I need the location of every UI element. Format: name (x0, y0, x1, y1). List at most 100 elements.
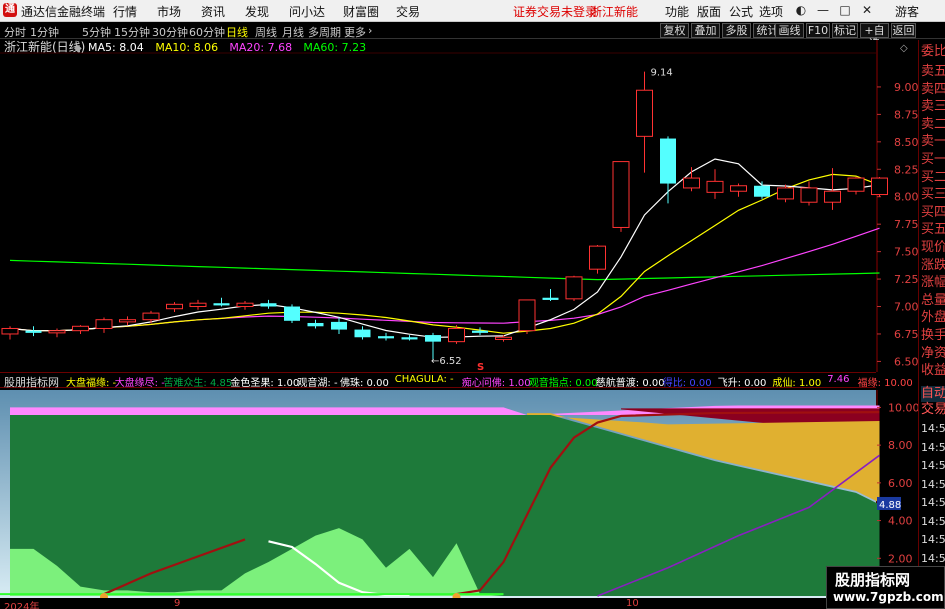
close-icon[interactable]: ✕ (859, 2, 875, 19)
period-15min[interactable]: 15分钟 (114, 24, 150, 40)
menu-news[interactable]: 资讯 (201, 3, 225, 20)
candle[interactable] (448, 325, 465, 344)
period-monthly[interactable]: 月线 (282, 24, 304, 40)
indicator-value-label: 观音湖: - (297, 378, 338, 389)
indicator-value-label: 成仙: 1.00 (772, 378, 822, 389)
indicator-value-label: 得比: 0.00 (662, 378, 712, 389)
quote-label-item: 卖四 (921, 81, 945, 97)
indicator-value-label: CHAGULA: - (394, 374, 454, 385)
y-axis-tick: 7.75 (894, 218, 918, 231)
quote-label-item: 净资 (921, 345, 945, 361)
date-axis-month-10: 10 (626, 598, 639, 609)
indicator-value-label: 观音指点: 0.00 (528, 378, 598, 389)
quote-label-entrust-ratio: 委比 (921, 44, 945, 59)
ma-label: MA20: 7.68 (229, 41, 292, 54)
trade-time: 14:56 (921, 533, 945, 546)
multi-stock-button[interactable]: 多股 (722, 23, 751, 38)
skin-icon[interactable]: ◐ (793, 2, 809, 19)
candle[interactable] (612, 161, 630, 232)
ma-label: MA10: 8.06 (155, 41, 218, 54)
indicator-value-label: 佛珠: 0.00 (340, 378, 389, 389)
y-axis-tick: 6.75 (894, 328, 918, 341)
quote-label-item: 收益 (921, 363, 945, 379)
add-watchlist-button[interactable]: +自选 (860, 23, 889, 50)
period-60min[interactable]: 60分钟 (189, 24, 225, 40)
period-more[interactable]: 更多 (344, 24, 366, 40)
maximize-icon[interactable]: □ (837, 2, 853, 19)
guest-label[interactable]: 游客 (895, 3, 919, 20)
menu-ask-xiaoda[interactable]: 问小达 (289, 3, 325, 20)
candle[interactable] (284, 304, 300, 323)
kline-chart[interactable]: 浙江新能(日线)◆ MA5: 8.04 MA10: 8.06 MA20: 7.68 MA… (0, 40, 918, 372)
restore-rights-button[interactable]: 复权 (660, 23, 689, 38)
menu-discover[interactable]: 发现 (245, 3, 269, 20)
overlay-button[interactable]: 叠加 (691, 23, 720, 38)
watermark-title: 股朋指标网 (835, 571, 911, 589)
period-1min[interactable]: 1分钟 (30, 24, 59, 40)
candle[interactable] (589, 245, 606, 274)
menu-bar: 通 通达信金融终端 行情 市场 资讯 发现 问小达 财富圈 交易 证券交易未登录… (0, 0, 945, 22)
watermark-logo: 股朋指标网 www.7gpzb.com (826, 566, 945, 609)
indicator-value-label: 福缘: 10.00 (857, 378, 913, 389)
date-axis: 2024年 9 10 (0, 598, 918, 609)
back-button[interactable]: 返回 (891, 23, 916, 38)
menu-quotes[interactable]: 行情 (113, 3, 137, 20)
menu-wealth-circle[interactable]: 财富圈 (343, 3, 379, 20)
y-axis-tick: 8.50 (894, 136, 918, 149)
y-axis-tick: 7.00 (894, 301, 918, 314)
tab-auto[interactable]: 自动 (921, 386, 945, 402)
chevron-right-icon[interactable]: › (368, 24, 372, 37)
high-price-label: 9.14 (651, 68, 673, 79)
quote-label-item: 买二 (921, 169, 945, 185)
candle[interactable] (518, 299, 536, 334)
indicator-value-label: 飞升: 0.00 (717, 378, 767, 389)
quote-label-item: 买五 (921, 222, 945, 238)
tab-trade[interactable]: 交易 (921, 402, 945, 418)
menu-layout[interactable]: 版面 (697, 3, 721, 20)
quote-side-panel: 委比 自动 交易 卖五 卖四 卖三 卖二 卖一 买一 买二 买三 买四 买五 现价 涨跌 涨幅 总量 外盘换… (918, 40, 945, 602)
menu-function[interactable]: 功能 (665, 3, 689, 20)
indicator-header: 股朋指标网 大盘福缘: - 大盘缘尽: - 苦难众生: 4.85 金色圣果: 1.00 观… (0, 372, 913, 390)
indicator-value-label: 大盘福缘: - (66, 378, 117, 389)
app-title: 通达信金融终端 (21, 5, 106, 19)
event-marker-icon[interactable]: S (477, 362, 484, 372)
indicator-y-tick: 10.00 (888, 401, 918, 414)
menu-formula[interactable]: 公式 (729, 3, 753, 20)
quote-label-item: 卖一 (921, 134, 945, 150)
ma-label: MA5: 8.04 (88, 41, 144, 54)
date-axis-year: 2024年 (4, 602, 40, 609)
indicator-y-tick: 8.00 (888, 439, 913, 452)
minimize-icon[interactable]: — (815, 2, 831, 19)
mark-button[interactable]: 标记 (832, 23, 858, 38)
draw-line-button[interactable]: 画线 (775, 23, 804, 38)
diamond-icon[interactable]: ◇ (900, 43, 908, 54)
trade-time: 14:56 (921, 551, 945, 565)
period-5min[interactable]: 5分钟 (82, 24, 111, 40)
period-timeshare[interactable]: 分时 (4, 24, 26, 40)
indicator-title[interactable]: 股朋指标网 (4, 374, 59, 390)
period-multi[interactable]: 多周期 (308, 24, 341, 40)
login-status[interactable]: 证券交易未登录 (513, 3, 597, 20)
f10-button[interactable]: F10 (806, 23, 830, 38)
indicator-chart[interactable]: 10.00 8.00 6.00 4.00 2.00 4.88 (0, 390, 918, 598)
menu-options[interactable]: 选项 (759, 3, 783, 20)
quote-label-item: 买四 (921, 204, 945, 220)
candle[interactable] (565, 275, 583, 302)
period-daily[interactable]: 日线 (226, 24, 248, 40)
quote-label-item: 涨跌 (921, 257, 945, 273)
quote-label-item: 卖二 (921, 116, 945, 132)
quote-label-item: 买三 (921, 187, 945, 203)
quote-label-item: 现价 (921, 240, 945, 255)
menu-trade[interactable]: 交易 (396, 3, 420, 20)
ma-toggle-icon[interactable]: ◆ (74, 43, 82, 54)
y-axis-tick: 7.25 (894, 273, 918, 286)
y-axis-tick: 8.25 (894, 163, 918, 176)
trade-time: 14:56 (921, 440, 945, 454)
y-axis-tick: 6.50 (894, 355, 918, 368)
menu-market[interactable]: 市场 (157, 3, 181, 20)
period-30min[interactable]: 30分钟 (152, 24, 188, 40)
candle[interactable] (871, 176, 888, 197)
indicator-value-label: 7.46 (827, 374, 850, 385)
ma-label: MA60: 7.23 (303, 41, 366, 54)
period-weekly[interactable]: 周线 (255, 24, 277, 40)
